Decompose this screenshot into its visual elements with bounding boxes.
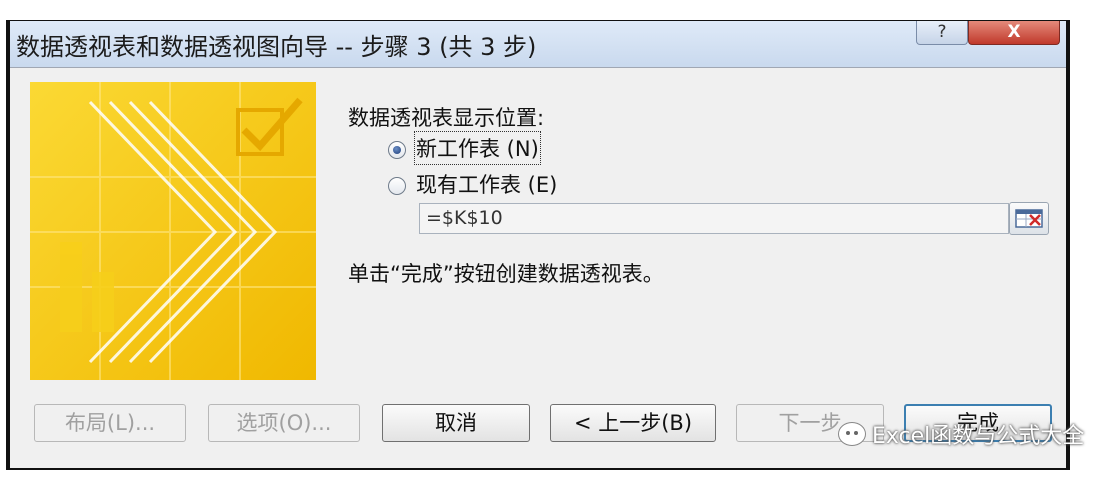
wechat-icon (838, 422, 866, 446)
help-button[interactable]: ? (916, 21, 968, 45)
pivot-wizard-graphic (30, 82, 316, 380)
radio-label-new-worksheet[interactable]: 新工作表 (N) (414, 131, 541, 165)
title-bar[interactable]: 数据透视表和数据透视图向导 -- 步骤 3 (共 3 步) ? X (10, 21, 1066, 67)
radio-label-existing-worksheet[interactable]: 现有工作表 (E) (416, 169, 557, 199)
radio-existing-worksheet[interactable] (388, 177, 406, 195)
range-picker-button[interactable] (1009, 202, 1049, 235)
dialog-content: 数据透视表显示位置: 新工作表 (N) 现有工作表 (E) =$K$10 单击“… (10, 67, 1066, 468)
watermark: Excel函数与公式大全 (838, 416, 1084, 452)
close-button[interactable]: X (968, 21, 1060, 45)
options-button[interactable]: 选项(O)... (208, 404, 360, 442)
location-input[interactable]: =$K$10 (419, 203, 1009, 234)
wizard-dialog: 数据透视表和数据透视图向导 -- 步骤 3 (共 3 步) ? X 数据透视表显… (6, 20, 1070, 470)
placement-prompt: 数据透视表显示位置: (348, 106, 545, 130)
wizard-illustration (30, 82, 316, 380)
watermark-text: Excel函数与公式大全 (872, 424, 1085, 449)
cancel-button[interactable]: 取消 (382, 404, 530, 442)
layout-button[interactable]: 布局(L)... (34, 404, 186, 442)
collapse-dialog-icon (1015, 209, 1043, 228)
dialog-title: 数据透视表和数据透视图向导 -- 步骤 3 (共 3 步) (16, 33, 537, 61)
back-button[interactable]: < 上一步(B) (550, 404, 716, 442)
instruction-text: 单击“完成”按钮创建数据透视表。 (348, 262, 664, 286)
radio-new-worksheet[interactable] (388, 141, 406, 159)
